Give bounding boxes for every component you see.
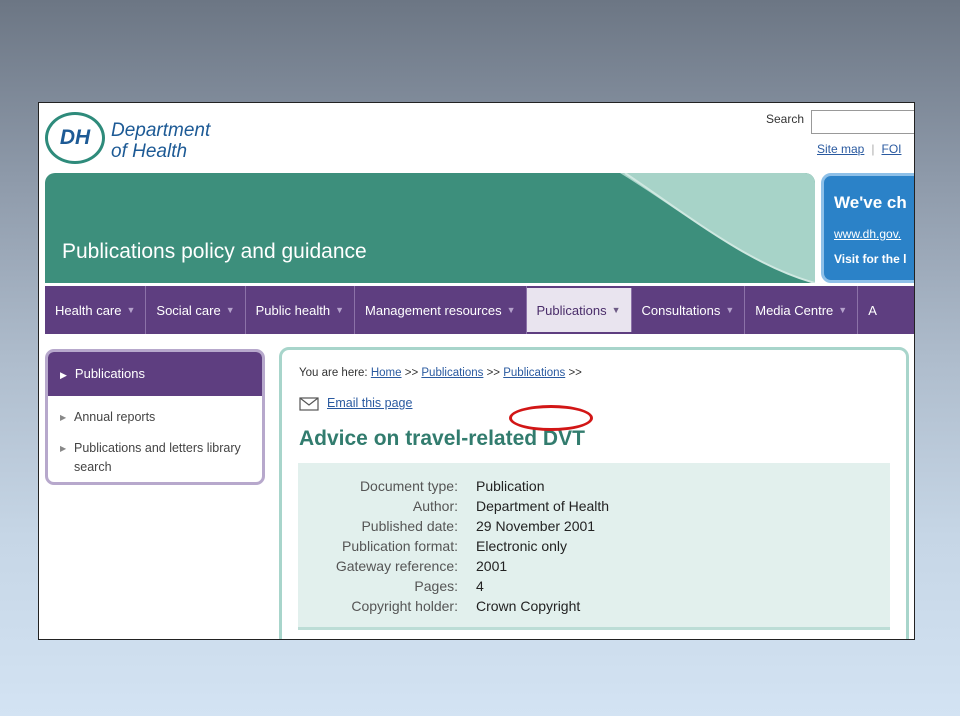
banner-title: Publications policy and guidance (62, 240, 367, 263)
logo-line-1: Department (111, 120, 211, 141)
detail-row-gateway-reference: Gateway reference: 2001 (298, 558, 890, 578)
nav-label: Media Centre (755, 302, 834, 318)
nav-label: Management resources (365, 302, 502, 318)
detail-label: Gateway reference: (335, 558, 458, 574)
main-content: You are here: Home >> Publications >> Pu… (279, 347, 909, 639)
nav-label: Consultations (641, 302, 721, 318)
sidebar-heading-publications[interactable]: ▶ Publications (48, 352, 262, 396)
detail-label: Copyright holder: (351, 598, 458, 614)
foi-link[interactable]: FOI (881, 142, 901, 156)
nav-item-public-health[interactable]: Public health ▼ (246, 286, 356, 334)
detail-value: Crown Copyright (476, 598, 581, 614)
chevron-down-icon: ▼ (126, 305, 136, 315)
detail-value: 29 November 2001 (476, 518, 596, 534)
link-separator: | (871, 142, 875, 156)
envelope-icon (299, 397, 319, 411)
breadcrumb-separator: >> (568, 367, 582, 379)
sidebar-item-library-search[interactable]: ▶ Publications and letters library search (48, 433, 262, 482)
nav-item-health-care[interactable]: Health care ▼ (45, 286, 147, 334)
detail-label: Document type: (359, 478, 458, 494)
nav-label: Health care (55, 302, 122, 318)
nav-label: Public health (255, 302, 331, 318)
nav-item-media-centre[interactable]: Media Centre ▼ (745, 286, 859, 334)
breadcrumb: You are here: Home >> Publications >> Pu… (299, 367, 582, 379)
nav-item-publications[interactable]: Publications ▼ (526, 288, 632, 332)
chevron-down-icon: ▼ (725, 305, 735, 315)
nav-label: A (868, 302, 877, 318)
detail-value: Electronic only (476, 538, 568, 554)
promo-subtext: Visit for the l (834, 252, 907, 266)
top-links: Site map | FOI (817, 142, 901, 156)
banner-swoosh (620, 173, 815, 283)
main-nav: Health care ▼ Social care ▼ Public health ▼… (45, 286, 914, 334)
chevron-down-icon: ▼ (838, 305, 848, 315)
sidebar-item-annual-reports[interactable]: ▶ Annual reports (48, 402, 262, 433)
site-map-link[interactable]: Site map (817, 142, 864, 156)
sidebar-heading-label: Publications (74, 366, 146, 381)
detail-label: Pages: (414, 578, 458, 594)
detail-row-published-date: Published date: 29 November 2001 (298, 518, 890, 538)
detail-value: 4 (476, 578, 484, 594)
chevron-down-icon: ▼ (225, 305, 235, 315)
promo-url-link[interactable]: www.dh.gov. (834, 227, 901, 241)
triangle-right-icon: ▶ (60, 370, 67, 380)
annotation-circle (509, 405, 593, 431)
breadcrumb-separator: >> (486, 367, 501, 379)
detail-value: Department of Health (476, 498, 610, 514)
logo-line-2: of Health (111, 141, 188, 162)
search-input[interactable] (811, 110, 914, 134)
nav-label: Publications (536, 302, 607, 318)
breadcrumb-prefix: You are here: (299, 367, 368, 379)
detail-row-document-type: Document type: Publication (298, 478, 890, 498)
detail-row-author: Author: Department of Health (298, 498, 890, 518)
dh-logo[interactable]: DH Department of Health (45, 109, 245, 169)
sidebar-item-label: Annual reports (74, 410, 156, 424)
breadcrumb-publications-link[interactable]: Publications (421, 367, 483, 379)
email-this-page-link[interactable]: Email this page (327, 396, 412, 410)
nav-item-social-care[interactable]: Social care ▼ (146, 286, 246, 334)
triangle-right-icon: ▶ (60, 413, 67, 422)
promo-box[interactable]: We've ch www.dh.gov. Visit for the l (821, 173, 914, 283)
chevron-down-icon: ▼ (611, 305, 621, 315)
detail-label: Publication format: (342, 538, 458, 554)
logo-mark: DH (45, 112, 105, 164)
chevron-down-icon: ▼ (335, 305, 345, 315)
breadcrumb-publications-link-2[interactable]: Publications (503, 367, 565, 379)
nav-item-truncated[interactable]: A (858, 286, 887, 334)
detail-label: Published date: (361, 518, 458, 534)
detail-value: Publication (476, 478, 545, 494)
detail-row-pages: Pages: 4 (298, 578, 890, 598)
detail-label: Author: (412, 498, 458, 514)
email-this-page[interactable]: Email this page (299, 396, 412, 411)
publication-details: Document type: Publication Author: Depar… (298, 463, 890, 630)
nav-label: Social care (156, 302, 221, 318)
triangle-right-icon: ▶ (60, 444, 67, 453)
promo-heading: We've ch (834, 193, 907, 212)
nav-item-consultations[interactable]: Consultations ▼ (632, 286, 746, 334)
detail-value: 2001 (476, 558, 508, 574)
breadcrumb-separator: >> (404, 367, 419, 379)
detail-row-copyright-holder: Copyright holder: Crown Copyright (298, 598, 890, 618)
detail-row-publication-format: Publication format: Electronic only (298, 538, 890, 558)
sidebar: ▶ Publications ▶ Annual reports ▶ Publicati… (45, 349, 265, 485)
banner: Publications policy and guidance (45, 173, 815, 283)
search-label: Search (766, 112, 805, 126)
breadcrumb-home-link[interactable]: Home (371, 367, 402, 379)
chevron-down-icon: ▼ (506, 305, 516, 315)
sidebar-item-label: Publications and letters library search (74, 441, 241, 474)
browser-screenshot: DH Department of Health Search Site map |… (38, 102, 915, 640)
logo-text: Department of Health (111, 120, 210, 162)
nav-item-management-resources[interactable]: Management resources ▼ (355, 286, 527, 334)
